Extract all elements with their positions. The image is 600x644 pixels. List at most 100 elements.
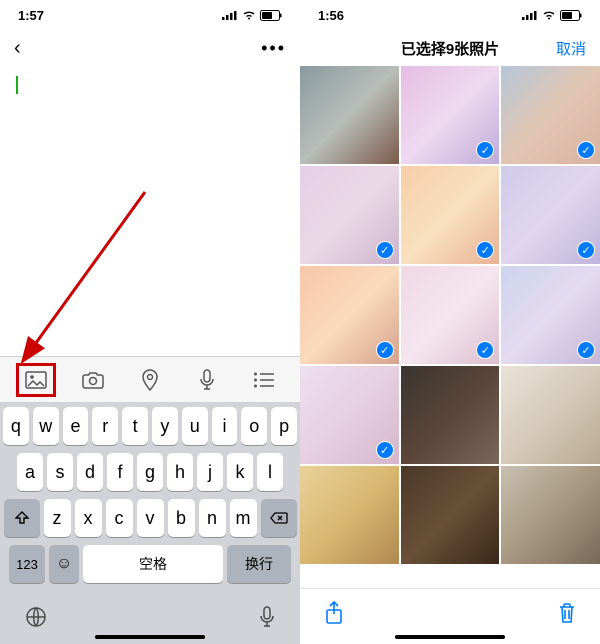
phone-right-picker: 1:56 已选择9张照片 取消 ✓ ✓ ✓ ✓ ✓ ✓ ✓ ✓ ✓ <box>300 0 600 644</box>
photo-thumb[interactable]: ✓ <box>300 266 399 364</box>
photo-grid: ✓ ✓ ✓ ✓ ✓ ✓ ✓ ✓ ✓ <box>300 66 600 588</box>
key-h[interactable]: h <box>167 453 193 491</box>
back-button[interactable]: ‹ <box>14 37 21 60</box>
status-bar: 1:56 <box>300 0 600 30</box>
delete-button[interactable] <box>558 602 576 624</box>
key-g[interactable]: g <box>137 453 163 491</box>
key-y[interactable]: y <box>152 407 178 445</box>
keyboard-row-1: qwertyuiop <box>3 407 297 445</box>
shift-icon <box>15 511 29 525</box>
phone-left-compose: 1:57 ‹ ••• <box>0 0 300 644</box>
key-v[interactable]: v <box>137 499 164 537</box>
status-time: 1:57 <box>18 8 44 23</box>
key-p[interactable]: p <box>271 407 297 445</box>
key-j[interactable]: j <box>197 453 223 491</box>
key-z[interactable]: z <box>44 499 71 537</box>
toolbar-list-button[interactable] <box>244 363 284 397</box>
picker-title: 已选择9张照片 <box>401 38 499 59</box>
photo-thumb[interactable] <box>300 466 399 564</box>
share-button[interactable] <box>324 601 344 625</box>
key-o[interactable]: o <box>241 407 267 445</box>
photo-thumb[interactable] <box>401 366 500 464</box>
selected-check-icon: ✓ <box>577 341 595 359</box>
space-key[interactable]: 空格 <box>83 545 223 583</box>
key-x[interactable]: x <box>75 499 102 537</box>
return-key[interactable]: 换行 <box>227 545 291 583</box>
delete-key[interactable] <box>261 499 297 537</box>
key-c[interactable]: c <box>106 499 133 537</box>
cancel-button[interactable]: 取消 <box>556 38 586 59</box>
emoji-key[interactable]: ☺ <box>49 545 79 583</box>
image-icon <box>25 371 47 389</box>
status-time: 1:56 <box>318 8 344 23</box>
key-a[interactable]: a <box>17 453 43 491</box>
text-cursor <box>16 76 18 94</box>
wifi-icon <box>242 10 256 20</box>
key-i[interactable]: i <box>212 407 238 445</box>
photo-thumb[interactable]: ✓ <box>501 166 600 264</box>
keyboard-row-3: zxcvbnm <box>3 499 297 537</box>
status-indicators <box>222 10 282 21</box>
photo-thumb[interactable] <box>401 466 500 564</box>
compose-textarea[interactable] <box>0 66 300 356</box>
numbers-key[interactable]: 123 <box>9 545 45 583</box>
photo-thumb[interactable]: ✓ <box>300 166 399 264</box>
photo-thumb[interactable] <box>501 366 600 464</box>
key-s[interactable]: s <box>47 453 73 491</box>
photo-thumb[interactable]: ✓ <box>501 266 600 364</box>
toolbar-camera-button[interactable] <box>73 363 113 397</box>
photo-thumb[interactable]: ✓ <box>401 266 500 364</box>
key-m[interactable]: m <box>230 499 257 537</box>
selected-check-icon: ✓ <box>376 241 394 259</box>
key-l[interactable]: l <box>257 453 283 491</box>
signal-icon <box>522 10 538 20</box>
list-icon <box>253 372 275 388</box>
key-b[interactable]: b <box>168 499 195 537</box>
photo-thumb[interactable] <box>300 66 399 164</box>
battery-icon <box>260 10 282 21</box>
photo-thumb[interactable]: ✓ <box>501 66 600 164</box>
photo-thumb[interactable] <box>501 466 600 564</box>
battery-icon <box>560 10 582 21</box>
home-indicator[interactable] <box>95 635 205 639</box>
status-bar: 1:57 <box>0 0 300 30</box>
selected-check-icon: ✓ <box>577 141 595 159</box>
more-button[interactable]: ••• <box>261 38 286 59</box>
key-u[interactable]: u <box>182 407 208 445</box>
selected-check-icon: ✓ <box>577 241 595 259</box>
key-d[interactable]: d <box>77 453 103 491</box>
key-e[interactable]: e <box>63 407 89 445</box>
photo-thumb[interactable]: ✓ <box>401 66 500 164</box>
keyboard: qwertyuiop asdfghjkl zxcvbnm 123 ☺ 空格 换行 <box>0 402 300 596</box>
selected-check-icon: ✓ <box>476 141 494 159</box>
dictation-icon[interactable] <box>258 605 276 629</box>
selected-check-icon: ✓ <box>476 241 494 259</box>
toolbar-voice-button[interactable] <box>187 363 227 397</box>
toolbar-location-button[interactable] <box>130 363 170 397</box>
shift-key[interactable] <box>4 499 40 537</box>
selected-check-icon: ✓ <box>376 341 394 359</box>
key-f[interactable]: f <box>107 453 133 491</box>
key-n[interactable]: n <box>199 499 226 537</box>
key-r[interactable]: r <box>92 407 118 445</box>
keyboard-row-2: asdfghjkl <box>3 453 297 491</box>
wifi-icon <box>542 10 556 20</box>
selected-check-icon: ✓ <box>376 441 394 459</box>
backspace-icon <box>270 512 288 524</box>
mic-icon <box>199 369 215 391</box>
toolbar-image-button[interactable] <box>16 363 56 397</box>
key-t[interactable]: t <box>122 407 148 445</box>
photo-thumb[interactable]: ✓ <box>401 166 500 264</box>
photo-thumb[interactable]: ✓ <box>300 366 399 464</box>
picker-nav: 已选择9张照片 取消 <box>300 30 600 66</box>
compose-toolbar <box>0 356 300 402</box>
key-q[interactable]: q <box>3 407 29 445</box>
globe-icon[interactable] <box>24 605 48 629</box>
camera-icon <box>82 371 104 389</box>
signal-icon <box>222 10 238 20</box>
nav-bar: ‹ ••• <box>0 30 300 66</box>
selected-check-icon: ✓ <box>476 341 494 359</box>
key-k[interactable]: k <box>227 453 253 491</box>
key-w[interactable]: w <box>33 407 59 445</box>
home-indicator[interactable] <box>395 635 505 639</box>
